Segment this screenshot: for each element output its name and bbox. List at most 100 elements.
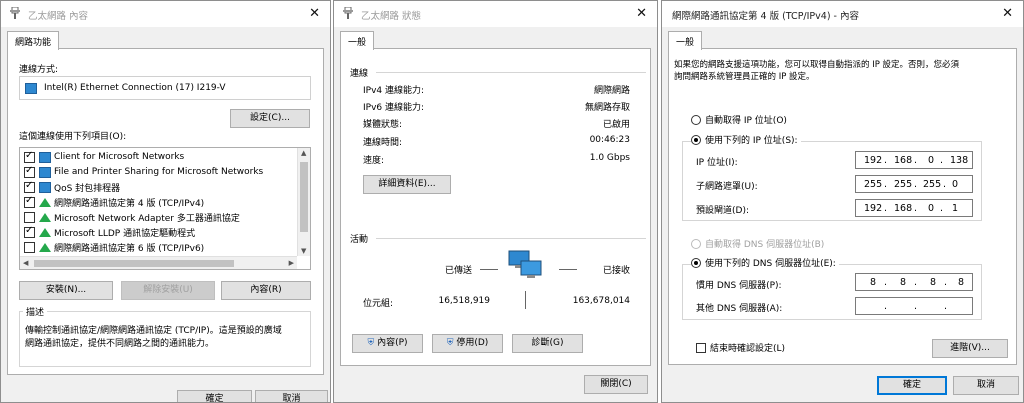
scroll-up-icon[interactable]: ▲ xyxy=(301,149,306,157)
received-label: 已接收 xyxy=(602,266,630,276)
checkbox[interactable] xyxy=(24,180,35,193)
separator xyxy=(376,238,646,239)
tab-panel: 連線方式: Intel(R) Ethernet Connection (17) … xyxy=(7,48,324,375)
checkbox[interactable] xyxy=(24,195,35,208)
preferred-dns-label: 慣用 DNS 伺服器(P): xyxy=(696,281,782,291)
tab-strip: 一般 xyxy=(668,31,1017,50)
list-item[interactable]: QoS 封包排程器 xyxy=(24,180,120,194)
close-icon[interactable]: ✕ xyxy=(1002,6,1013,21)
close-icon[interactable]: ✕ xyxy=(309,6,320,21)
ipv4-value: 網際網路 xyxy=(593,86,630,96)
ethernet-status-window: 乙太網路 狀態 ✕ 一般 連線 IPv4 連線能力: 網際網路 IPv6 連線能… xyxy=(333,0,658,403)
description-label: 描述 xyxy=(23,305,48,318)
ok-button[interactable]: 確定 xyxy=(877,376,947,395)
description-text: 傳輸控制通訊協定/網際網路通訊協定 (TCP/IP)。這是預設的廣域 xyxy=(25,326,282,336)
validate-on-exit-option[interactable]: 結束時確認設定(L) xyxy=(696,341,785,354)
subnet-field[interactable]: 255. 255. 255. 0 xyxy=(855,175,973,193)
properties-button[interactable]: 內容(R) xyxy=(221,281,311,300)
network-adapter-icon xyxy=(343,7,353,19)
checkbox[interactable] xyxy=(24,241,35,253)
radio-button[interactable] xyxy=(691,238,701,249)
radio-button[interactable] xyxy=(691,114,701,125)
radio-button[interactable] xyxy=(691,257,701,268)
list-item[interactable]: 網際網路通訊協定第 4 版 (TCP/IPv4) xyxy=(24,195,204,209)
ok-button[interactable]: 確定 xyxy=(177,390,252,402)
disable-button[interactable]: ⛨ 停用(D) xyxy=(432,334,503,353)
scroll-right-icon[interactable]: ▶ xyxy=(289,259,294,267)
shield-icon: ⛨ xyxy=(446,338,454,348)
protocol-icon xyxy=(39,197,51,207)
properties-button[interactable]: ⛨ 內容(P) xyxy=(352,334,423,353)
cancel-button[interactable]: 取消 xyxy=(255,390,328,402)
network-activity-icon xyxy=(508,250,542,278)
scroll-down-icon[interactable]: ▼ xyxy=(301,247,306,255)
diagnose-button[interactable]: 診斷(G) xyxy=(512,334,583,353)
gateway-field[interactable]: 192. 168. 0. 1 xyxy=(855,199,973,217)
subnet-label: 子網路遮罩(U): xyxy=(696,182,758,192)
separator xyxy=(559,269,577,270)
list-item[interactable]: Microsoft LLDP 通訊協定驅動程式 xyxy=(24,225,195,239)
sent-label: 已傳送 xyxy=(445,266,473,276)
scroll-thumb[interactable] xyxy=(300,162,308,232)
tab-panel: 連線 IPv4 連線能力: 網際網路 IPv6 連線能力: 無網路存取 媒體狀態… xyxy=(340,48,651,366)
uninstall-button[interactable]: 解除安裝(U) xyxy=(121,281,215,300)
window-title: 乙太網路 內容 xyxy=(28,11,89,22)
checkbox[interactable] xyxy=(24,225,35,238)
items-list: Client for Microsoft Networks File and P… xyxy=(19,147,311,270)
list-item[interactable]: Client for Microsoft Networks xyxy=(24,150,184,164)
scroll-left-icon[interactable]: ◀ xyxy=(23,259,28,267)
duration-value: 00:46:23 xyxy=(589,135,630,145)
checkbox[interactable] xyxy=(24,150,35,163)
ip-label: IP 位址(I): xyxy=(696,158,738,168)
adapter-name: Intel(R) Ethernet Connection (17) I219-V xyxy=(44,83,226,93)
tab-strip: 網路功能 xyxy=(7,31,324,50)
alternate-dns-field[interactable]: ... xyxy=(855,297,973,315)
details-button[interactable]: 詳細資料(E)... xyxy=(363,175,451,194)
separator xyxy=(480,269,498,270)
vertical-scrollbar[interactable]: ▲ ▼ xyxy=(297,148,310,256)
intro-text: 如果您的網路支援這項功能，您可以取得自動指派的 IP 設定。否則，您必須 xyxy=(674,60,960,70)
network-client-icon xyxy=(39,181,51,193)
title-bar: 乙太網路 內容 ✕ xyxy=(1,1,330,27)
ip-field[interactable]: 192. 168. 0. 138 xyxy=(855,151,973,169)
use-dns-option[interactable]: 使用下列的 DNS 伺服器位址(E): xyxy=(691,256,839,269)
auto-ip-option[interactable]: 自動取得 IP 位址(O) xyxy=(691,113,787,126)
configure-button[interactable]: 設定(C)... xyxy=(230,109,310,128)
tab-panel: 如果您的網路支援這項功能，您可以取得自動指派的 IP 設定。否則，您必須 詢問網… xyxy=(668,48,1017,365)
title-bar: 乙太網路 狀態 ✕ xyxy=(334,1,657,27)
close-button[interactable]: 關閉(C) xyxy=(584,375,648,394)
ethernet-properties-window: 乙太網路 內容 ✕ 網路功能 連線方式: Intel(R) Ethernet C… xyxy=(0,0,331,403)
checkbox[interactable] xyxy=(696,342,706,353)
tab-strip: 一般 xyxy=(340,31,651,50)
cancel-button[interactable]: 取消 xyxy=(953,376,1019,395)
tab-general[interactable]: 一般 xyxy=(340,31,375,50)
list-item[interactable]: File and Printer Sharing for Microsoft N… xyxy=(24,165,263,179)
auto-dns-option[interactable]: 自動取得 DNS 伺服器位址(B) xyxy=(691,237,824,250)
shield-icon: ⛨ xyxy=(367,338,375,348)
horizontal-scrollbar[interactable]: ◀ ▶ xyxy=(20,256,297,269)
adapter-field: Intel(R) Ethernet Connection (17) I219-V xyxy=(19,76,311,100)
title-bar: 網際網路通訊協定第 4 版 (TCP/IPv4) - 內容 ✕ xyxy=(662,1,1023,27)
alternate-dns-label: 其他 DNS 伺服器(A): xyxy=(696,304,783,314)
preferred-dns-field[interactable]: 8.8.8.8 xyxy=(855,273,973,291)
ipv4-properties-window: 網際網路通訊協定第 4 版 (TCP/IPv4) - 內容 ✕ 一般 如果您的網… xyxy=(661,0,1024,403)
speed-label: 速度: xyxy=(363,156,385,166)
scroll-thumb[interactable] xyxy=(34,260,234,267)
list-item[interactable]: Microsoft Network Adapter 多工器通訊協定 xyxy=(24,210,240,224)
network-adapter-icon xyxy=(25,83,37,94)
media-state-label: 媒體狀態: xyxy=(363,120,403,130)
list-item[interactable]: 網際網路通訊協定第 6 版 (TCP/IPv6) xyxy=(24,240,204,254)
activity-label: 活動 xyxy=(350,235,369,245)
install-button[interactable]: 安裝(N)... xyxy=(19,281,113,300)
use-ip-option[interactable]: 使用下列的 IP 位址(S): xyxy=(691,133,801,146)
tab-networking[interactable]: 網路功能 xyxy=(7,31,60,50)
close-icon[interactable]: ✕ xyxy=(636,6,647,21)
network-adapter-icon xyxy=(10,7,20,19)
ipv6-value: 無網路存取 xyxy=(584,103,630,113)
radio-button[interactable] xyxy=(691,134,701,145)
checkbox[interactable] xyxy=(24,211,35,223)
window-title: 網際網路通訊協定第 4 版 (TCP/IPv4) - 內容 xyxy=(672,11,859,22)
checkbox[interactable] xyxy=(24,165,35,178)
advanced-button[interactable]: 進階(V)... xyxy=(932,339,1008,358)
tab-general[interactable]: 一般 xyxy=(668,31,703,50)
